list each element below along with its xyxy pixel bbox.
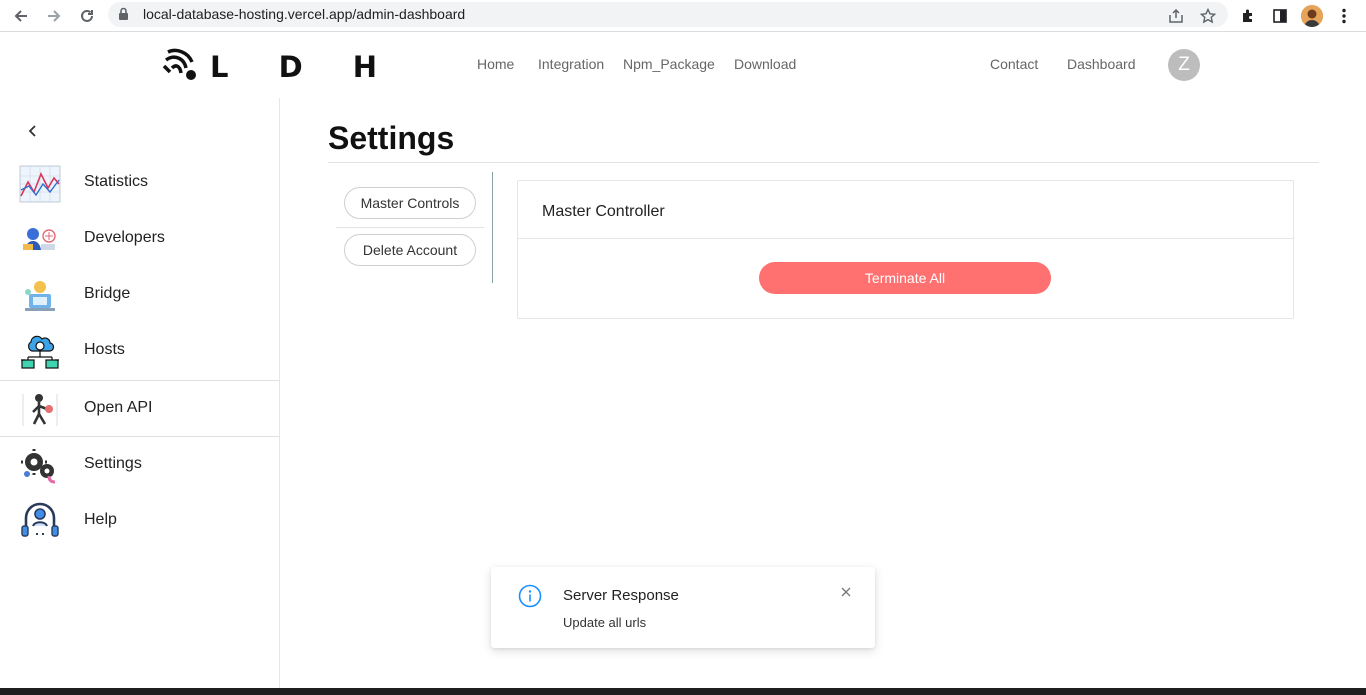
nav-dashboard-link[interactable]: Dashboard <box>1067 56 1136 72</box>
help-headset-icon <box>19 500 61 542</box>
share-icon[interactable] <box>1164 4 1188 28</box>
developers-icon <box>19 218 61 260</box>
sidebar-item-bridge[interactable]: Bridge <box>0 267 279 323</box>
sidebar-item-label: Bridge <box>84 285 131 302</box>
taskbar-strip <box>0 688 1366 695</box>
notification-toast: Server Response Update all urls <box>491 567 875 648</box>
delete-account-button[interactable]: Delete Account <box>344 234 476 266</box>
sidebar-item-statistics[interactable]: Statistics <box>0 155 279 211</box>
profile-avatar-icon[interactable] <box>1300 4 1324 28</box>
sidebar-item-label: Hosts <box>84 341 125 358</box>
extensions-puzzle-icon[interactable] <box>1236 4 1260 28</box>
sidebar-item-label: Settings <box>84 455 142 472</box>
notification-message: Update all urls <box>563 615 647 630</box>
browser-toolbar: local-database-hosting.vercel.app/admin-… <box>0 0 1366 32</box>
forward-arrow-icon[interactable] <box>42 4 66 28</box>
nav-home-link[interactable]: Home <box>477 56 514 72</box>
sidebar-item-developers[interactable]: Developers <box>0 211 279 267</box>
collapse-chevron-left-icon[interactable] <box>24 122 42 140</box>
reload-icon[interactable] <box>75 4 99 28</box>
brand-name: L D H <box>210 49 398 84</box>
signal-logo-icon <box>162 46 198 87</box>
sidebar-item-label: Developers <box>84 229 165 246</box>
brand-logo[interactable]: L D H <box>162 46 397 87</box>
app-header: L D H Home Integration Npm_Package Downl… <box>0 33 1366 97</box>
settings-gears-icon <box>19 444 61 486</box>
terminate-all-button[interactable]: Terminate All <box>759 262 1051 294</box>
sidebar: Statistics Developers Bridge Hosts Open … <box>0 98 280 695</box>
nav-npm-package-link[interactable]: Npm_Package <box>623 56 715 72</box>
title-divider <box>328 162 1319 163</box>
settings-nav-divider <box>336 227 484 228</box>
statistics-chart-icon <box>19 162 61 204</box>
back-arrow-icon[interactable] <box>9 4 33 28</box>
bookmark-star-icon[interactable] <box>1196 4 1220 28</box>
sidebar-item-open-api[interactable]: Open API <box>0 380 279 437</box>
user-avatar[interactable]: Z <box>1168 49 1200 81</box>
hosts-network-icon <box>19 330 61 372</box>
open-api-icon <box>19 388 61 430</box>
notification-title: Server Response <box>563 587 679 604</box>
nav-integration-link[interactable]: Integration <box>538 56 604 72</box>
browser-menu-icon[interactable] <box>1332 4 1356 28</box>
master-controls-button[interactable]: Master Controls <box>344 187 476 219</box>
page-title: Settings <box>328 120 455 156</box>
sidebar-item-hosts[interactable]: Hosts <box>0 323 279 379</box>
settings-nav: Master Controls Delete Account <box>336 172 493 283</box>
card-title: Master Controller <box>518 181 1293 239</box>
nav-contact-link[interactable]: Contact <box>990 56 1038 72</box>
sidebar-item-label: Help <box>84 511 117 528</box>
sidebar-item-label: Open API <box>84 399 153 416</box>
sidebar-item-help[interactable]: Help <box>0 493 279 549</box>
sidebar-item-label: Statistics <box>84 173 149 190</box>
side-panel-icon[interactable] <box>1268 4 1292 28</box>
address-bar[interactable]: local-database-hosting.vercel.app/admin-… <box>108 2 1228 27</box>
bridge-icon <box>19 274 61 316</box>
lock-icon <box>118 7 129 26</box>
nav-download-link[interactable]: Download <box>734 56 796 72</box>
sidebar-item-settings[interactable]: Settings <box>0 437 279 493</box>
master-controller-card: Master Controller Terminate All <box>517 180 1294 319</box>
url-text: local-database-hosting.vercel.app/admin-… <box>143 6 466 22</box>
info-icon <box>518 584 542 608</box>
close-icon[interactable] <box>839 585 853 599</box>
